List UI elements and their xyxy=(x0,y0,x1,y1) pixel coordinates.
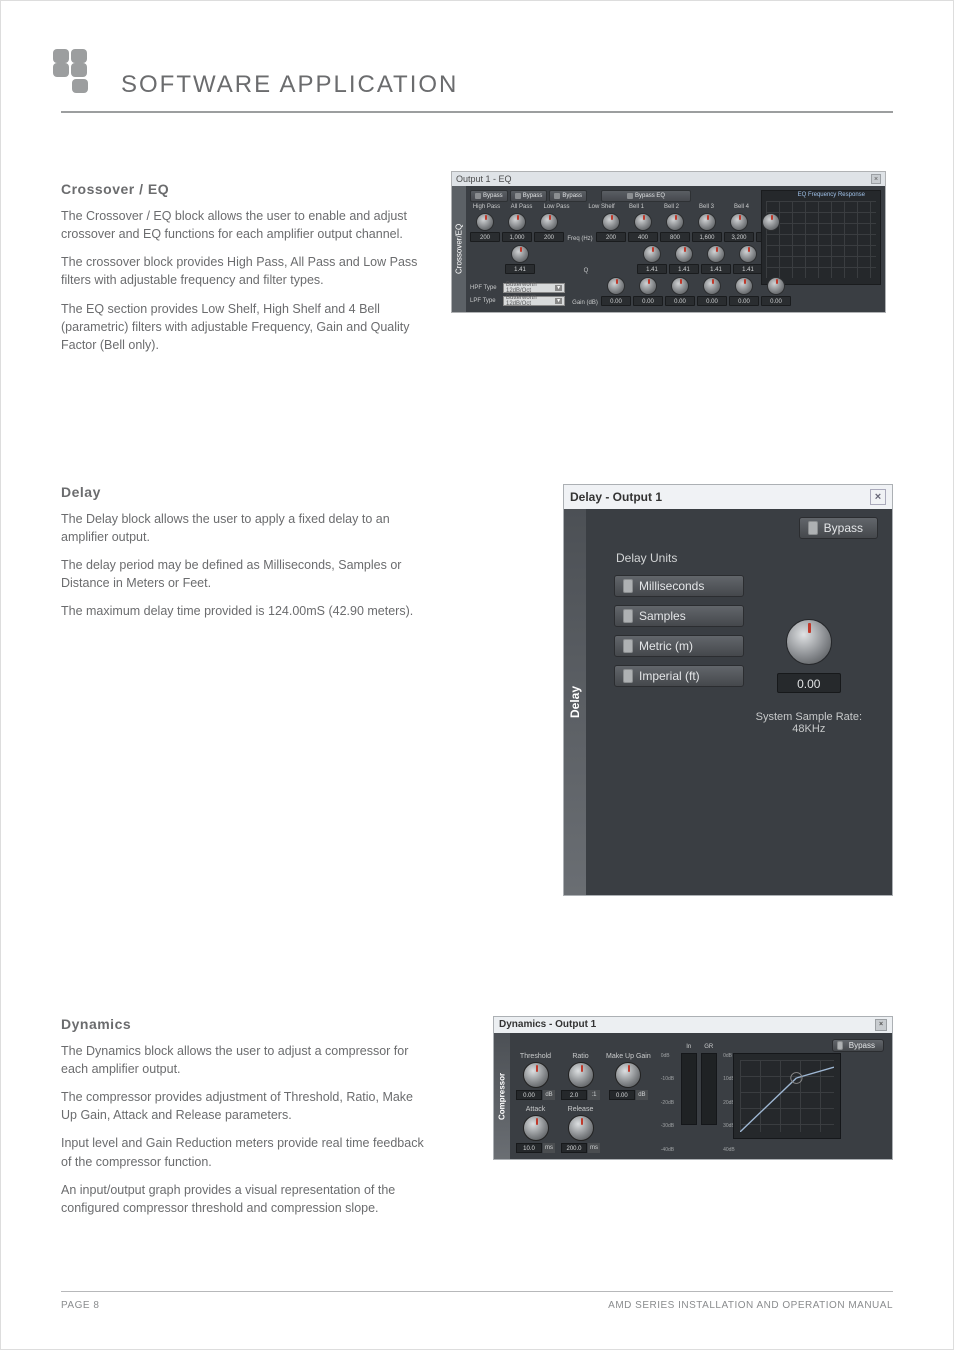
makeup-gain-knob[interactable] xyxy=(615,1062,641,1088)
header-rule xyxy=(61,111,893,113)
lpf-type-select[interactable]: Butterworth 12dB/Oct▼ xyxy=(503,296,565,306)
sample-rate-label: System Sample Rate: xyxy=(756,711,862,723)
close-icon[interactable]: × xyxy=(870,489,886,505)
page-footer: PAGE 8 AMD SERIES INSTALLATION AND OPERA… xyxy=(61,1291,893,1311)
attack-knob[interactable] xyxy=(523,1115,549,1141)
delay-p1: The Delay block allows the user to apply… xyxy=(61,510,431,546)
eq-response-graph xyxy=(761,190,881,285)
dynamics-p1: The Dynamics block allows the user to ad… xyxy=(61,1042,431,1078)
delay-imperial-button[interactable]: Imperial (ft) xyxy=(614,665,744,687)
section-delay: Delay The Delay block allows the user to… xyxy=(61,484,893,896)
hs-gain-knob[interactable] xyxy=(767,277,785,295)
delay-heading: Delay xyxy=(61,484,431,500)
delay-p3: The maximum delay time provided is 124.0… xyxy=(61,602,431,620)
chevron-down-icon: ▼ xyxy=(555,285,562,291)
delay-time-value[interactable]: 0.00 xyxy=(777,673,841,693)
bypass-lp-button[interactable]: Bypass xyxy=(549,190,587,202)
eq-graph-title: EQ Frequency Response xyxy=(798,192,865,198)
dynamics-window-title: Dynamics - Output 1 xyxy=(499,1019,596,1030)
ap-q-knob[interactable] xyxy=(511,245,529,263)
b1-gain-knob[interactable] xyxy=(639,277,657,295)
delay-units-label: Delay Units xyxy=(616,551,874,565)
delay-samples-button[interactable]: Samples xyxy=(614,605,744,627)
b1-freq-knob[interactable] xyxy=(634,213,652,231)
b4-freq-knob[interactable] xyxy=(730,213,748,231)
delay-metric-button[interactable]: Metric (m) xyxy=(614,635,744,657)
delay-ms-button[interactable]: Milliseconds xyxy=(614,575,744,597)
page-header: SOFTWARE APPLICATION xyxy=(121,71,893,99)
crossover-window-title: Output 1 - EQ xyxy=(456,174,512,184)
compressor-tab[interactable]: Compressor xyxy=(494,1033,510,1159)
dynamics-bypass-button[interactable]: Bypass xyxy=(832,1039,884,1052)
lp-freq-knob[interactable] xyxy=(540,213,558,231)
crossover-p3: The EQ section provides Low Shelf, High … xyxy=(61,300,431,354)
close-icon[interactable]: × xyxy=(875,1019,887,1031)
crossover-p1: The Crossover / EQ block allows the user… xyxy=(61,207,431,243)
ratio-knob[interactable] xyxy=(568,1062,594,1088)
b2-q-knob[interactable] xyxy=(675,245,693,263)
hpf-type-select[interactable]: Butterworth 12dB/Oct▼ xyxy=(503,283,565,293)
page-title: SOFTWARE APPLICATION xyxy=(121,71,893,99)
dynamics-panel: Dynamics - Output 1 × Compressor Bypass … xyxy=(493,1016,893,1160)
section-dynamics: Dynamics The Dynamics block allows the u… xyxy=(61,1016,893,1227)
dynamics-heading: Dynamics xyxy=(61,1016,431,1032)
b3-gain-knob[interactable] xyxy=(703,277,721,295)
chevron-down-icon: ▼ xyxy=(555,298,562,304)
b3-freq-knob[interactable] xyxy=(698,213,716,231)
delay-bypass-button[interactable]: Bypass xyxy=(799,517,878,539)
delay-time-knob[interactable] xyxy=(786,619,832,665)
crossover-panel: Output 1 - EQ × Crossover/EQ EQ Frequenc… xyxy=(451,171,886,313)
bypass-ap-button[interactable]: Bypass xyxy=(510,190,548,202)
bypass-eq-button[interactable]: Bypass EQ xyxy=(601,190,691,202)
crossover-tab[interactable]: Crossover/EQ xyxy=(452,186,466,312)
dynamics-p4: An input/output graph provides a visual … xyxy=(61,1181,431,1217)
b4-gain-knob[interactable] xyxy=(735,277,753,295)
b2-gain-knob[interactable] xyxy=(671,277,689,295)
crossover-p2: The crossover block provides High Pass, … xyxy=(61,253,431,289)
threshold-knob[interactable] xyxy=(523,1062,549,1088)
b4-q-knob[interactable] xyxy=(739,245,757,263)
delay-p2: The delay period may be defined as Milli… xyxy=(61,556,431,592)
footer-manual: AMD SERIES INSTALLATION AND OPERATION MA… xyxy=(608,1300,893,1311)
delay-window-title: Delay - Output 1 xyxy=(570,490,662,504)
bypass-hp-button[interactable]: Bypass xyxy=(470,190,508,202)
release-knob[interactable] xyxy=(568,1115,594,1141)
gr-meter: GR xyxy=(701,1053,717,1125)
b2-freq-knob[interactable] xyxy=(666,213,684,231)
crossover-heading: Crossover / EQ xyxy=(61,181,431,197)
footer-page: PAGE 8 xyxy=(61,1300,99,1311)
delay-panel: Delay - Output 1 × Delay Bypass Delay Un… xyxy=(563,484,893,896)
section-crossover: Crossover / EQ The Crossover / EQ block … xyxy=(61,181,893,364)
delay-tab[interactable]: Delay xyxy=(564,509,586,895)
ap-freq-knob[interactable] xyxy=(508,213,526,231)
b3-q-knob[interactable] xyxy=(707,245,725,263)
close-icon[interactable]: × xyxy=(871,174,881,184)
compressor-graph xyxy=(733,1053,841,1139)
hp-freq-knob[interactable] xyxy=(476,213,494,231)
dynamics-p3: Input level and Gain Reduction meters pr… xyxy=(61,1134,431,1170)
hs-freq-knob[interactable] xyxy=(762,213,780,231)
ls-gain-knob[interactable] xyxy=(607,277,625,295)
brand-logo xyxy=(53,49,89,93)
dynamics-p2: The compressor provides adjustment of Th… xyxy=(61,1088,431,1124)
sample-rate-value: 48KHz xyxy=(756,723,862,735)
b1-q-knob[interactable] xyxy=(643,245,661,263)
input-meter: In xyxy=(681,1053,697,1125)
ls-freq-knob[interactable] xyxy=(602,213,620,231)
